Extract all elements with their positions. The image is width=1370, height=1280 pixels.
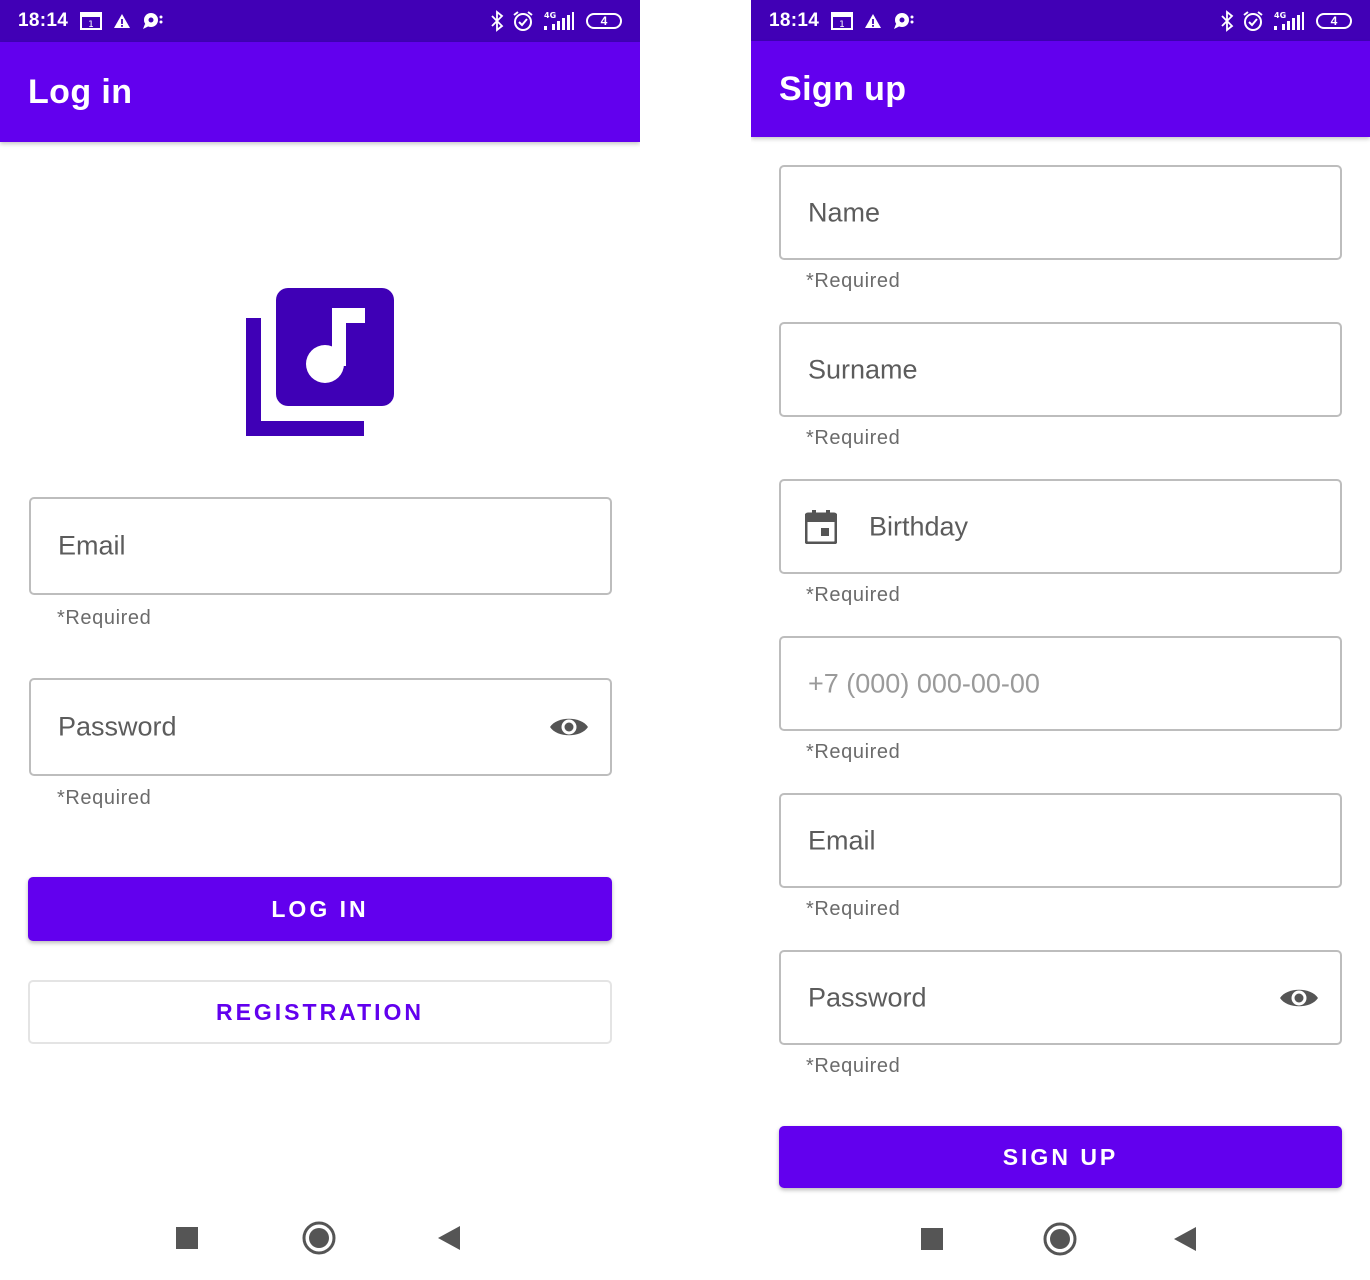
circle-icon [302,1221,336,1255]
signup-button[interactable]: SIGN UP [779,1126,1342,1188]
back-triangle-icon [438,1226,460,1250]
email-helper: *Required [57,607,152,629]
password-helper: *Required [57,787,152,809]
status-bar: 18:14 1 4G 4 [0,0,640,42]
phone-field[interactable]: +7 (000) 000-00-00 [779,636,1342,731]
alarm-icon [513,11,533,31]
login-screen: 18:14 1 4G 4 Log in Email *Required Pass… [0,0,640,1280]
name-helper: *Required [806,270,901,292]
calendar-icon[interactable] [805,509,837,544]
back-button[interactable] [419,1208,479,1268]
bluetooth-icon [1221,10,1234,32]
alert-triangle-icon [114,14,130,28]
status-bar: 18:14 1 4G 4 [751,0,1370,41]
login-button[interactable]: LOG IN [28,877,612,941]
email-field[interactable]: Email [779,793,1342,888]
birthday-field[interactable]: Birthday [779,479,1342,574]
name-field[interactable]: Name [779,165,1342,260]
recents-button[interactable] [157,1208,217,1268]
surname-helper: *Required [806,427,901,449]
svg-text:1: 1 [839,20,845,30]
password-label: Password [58,711,177,742]
signal-icon: 4G [1274,11,1304,30]
navigation-bar [751,1209,1370,1269]
email-field[interactable]: Email [29,497,612,595]
battery-icon: 4 [1316,13,1352,29]
home-button[interactable] [289,1208,349,1268]
email-label: Email [808,825,876,855]
bluetooth-icon [491,10,504,32]
music-library-icon [246,288,394,436]
calendar-notification-icon: 1 [80,12,102,30]
password-label: Password [808,982,927,1012]
status-time: 18:14 [769,10,820,31]
eye-icon[interactable] [549,714,589,740]
name-label: Name [808,197,881,227]
chat-notification-icon [894,13,914,29]
status-time: 18:14 [18,10,69,31]
battery-icon: 4 [586,13,622,29]
back-button[interactable] [1155,1209,1215,1269]
registration-button[interactable]: REGISTRATION [28,980,612,1044]
page-title: Sign up [779,70,907,108]
app-bar: Sign up [751,41,1370,137]
phone-placeholder: +7 (000) 000-00-00 [808,668,1040,698]
alarm-icon [1243,11,1263,31]
birthday-label: Birthday [869,511,969,541]
app-bar: Log in [0,42,640,142]
eye-icon[interactable] [1279,985,1319,1011]
alert-triangle-icon [865,14,881,28]
phone-helper: *Required [806,741,901,763]
password-helper: *Required [806,1055,901,1077]
square-icon [921,1228,943,1250]
chat-notification-icon [143,13,163,29]
network-type: 4G [1274,11,1286,20]
svg-text:1: 1 [88,20,94,30]
password-field[interactable]: Password [29,678,612,776]
signal-icon: 4G [544,11,574,30]
password-field[interactable]: Password [779,950,1342,1045]
circle-icon [1043,1222,1077,1256]
home-button[interactable] [1030,1209,1090,1269]
calendar-notification-icon: 1 [831,12,853,30]
email-label: Email [58,530,126,561]
square-icon [176,1227,198,1249]
navigation-bar [0,1208,640,1268]
recents-button[interactable] [902,1209,962,1269]
page-title: Log in [28,73,133,111]
birthday-helper: *Required [806,584,901,606]
surname-label: Surname [808,354,918,384]
signup-screen: 18:14 1 4G 4 Sign up Name *Required Surn… [751,0,1370,1280]
surname-field[interactable]: Surname [779,322,1342,417]
network-type: 4G [544,11,556,20]
back-triangle-icon [1174,1227,1196,1251]
email-helper: *Required [806,898,901,920]
